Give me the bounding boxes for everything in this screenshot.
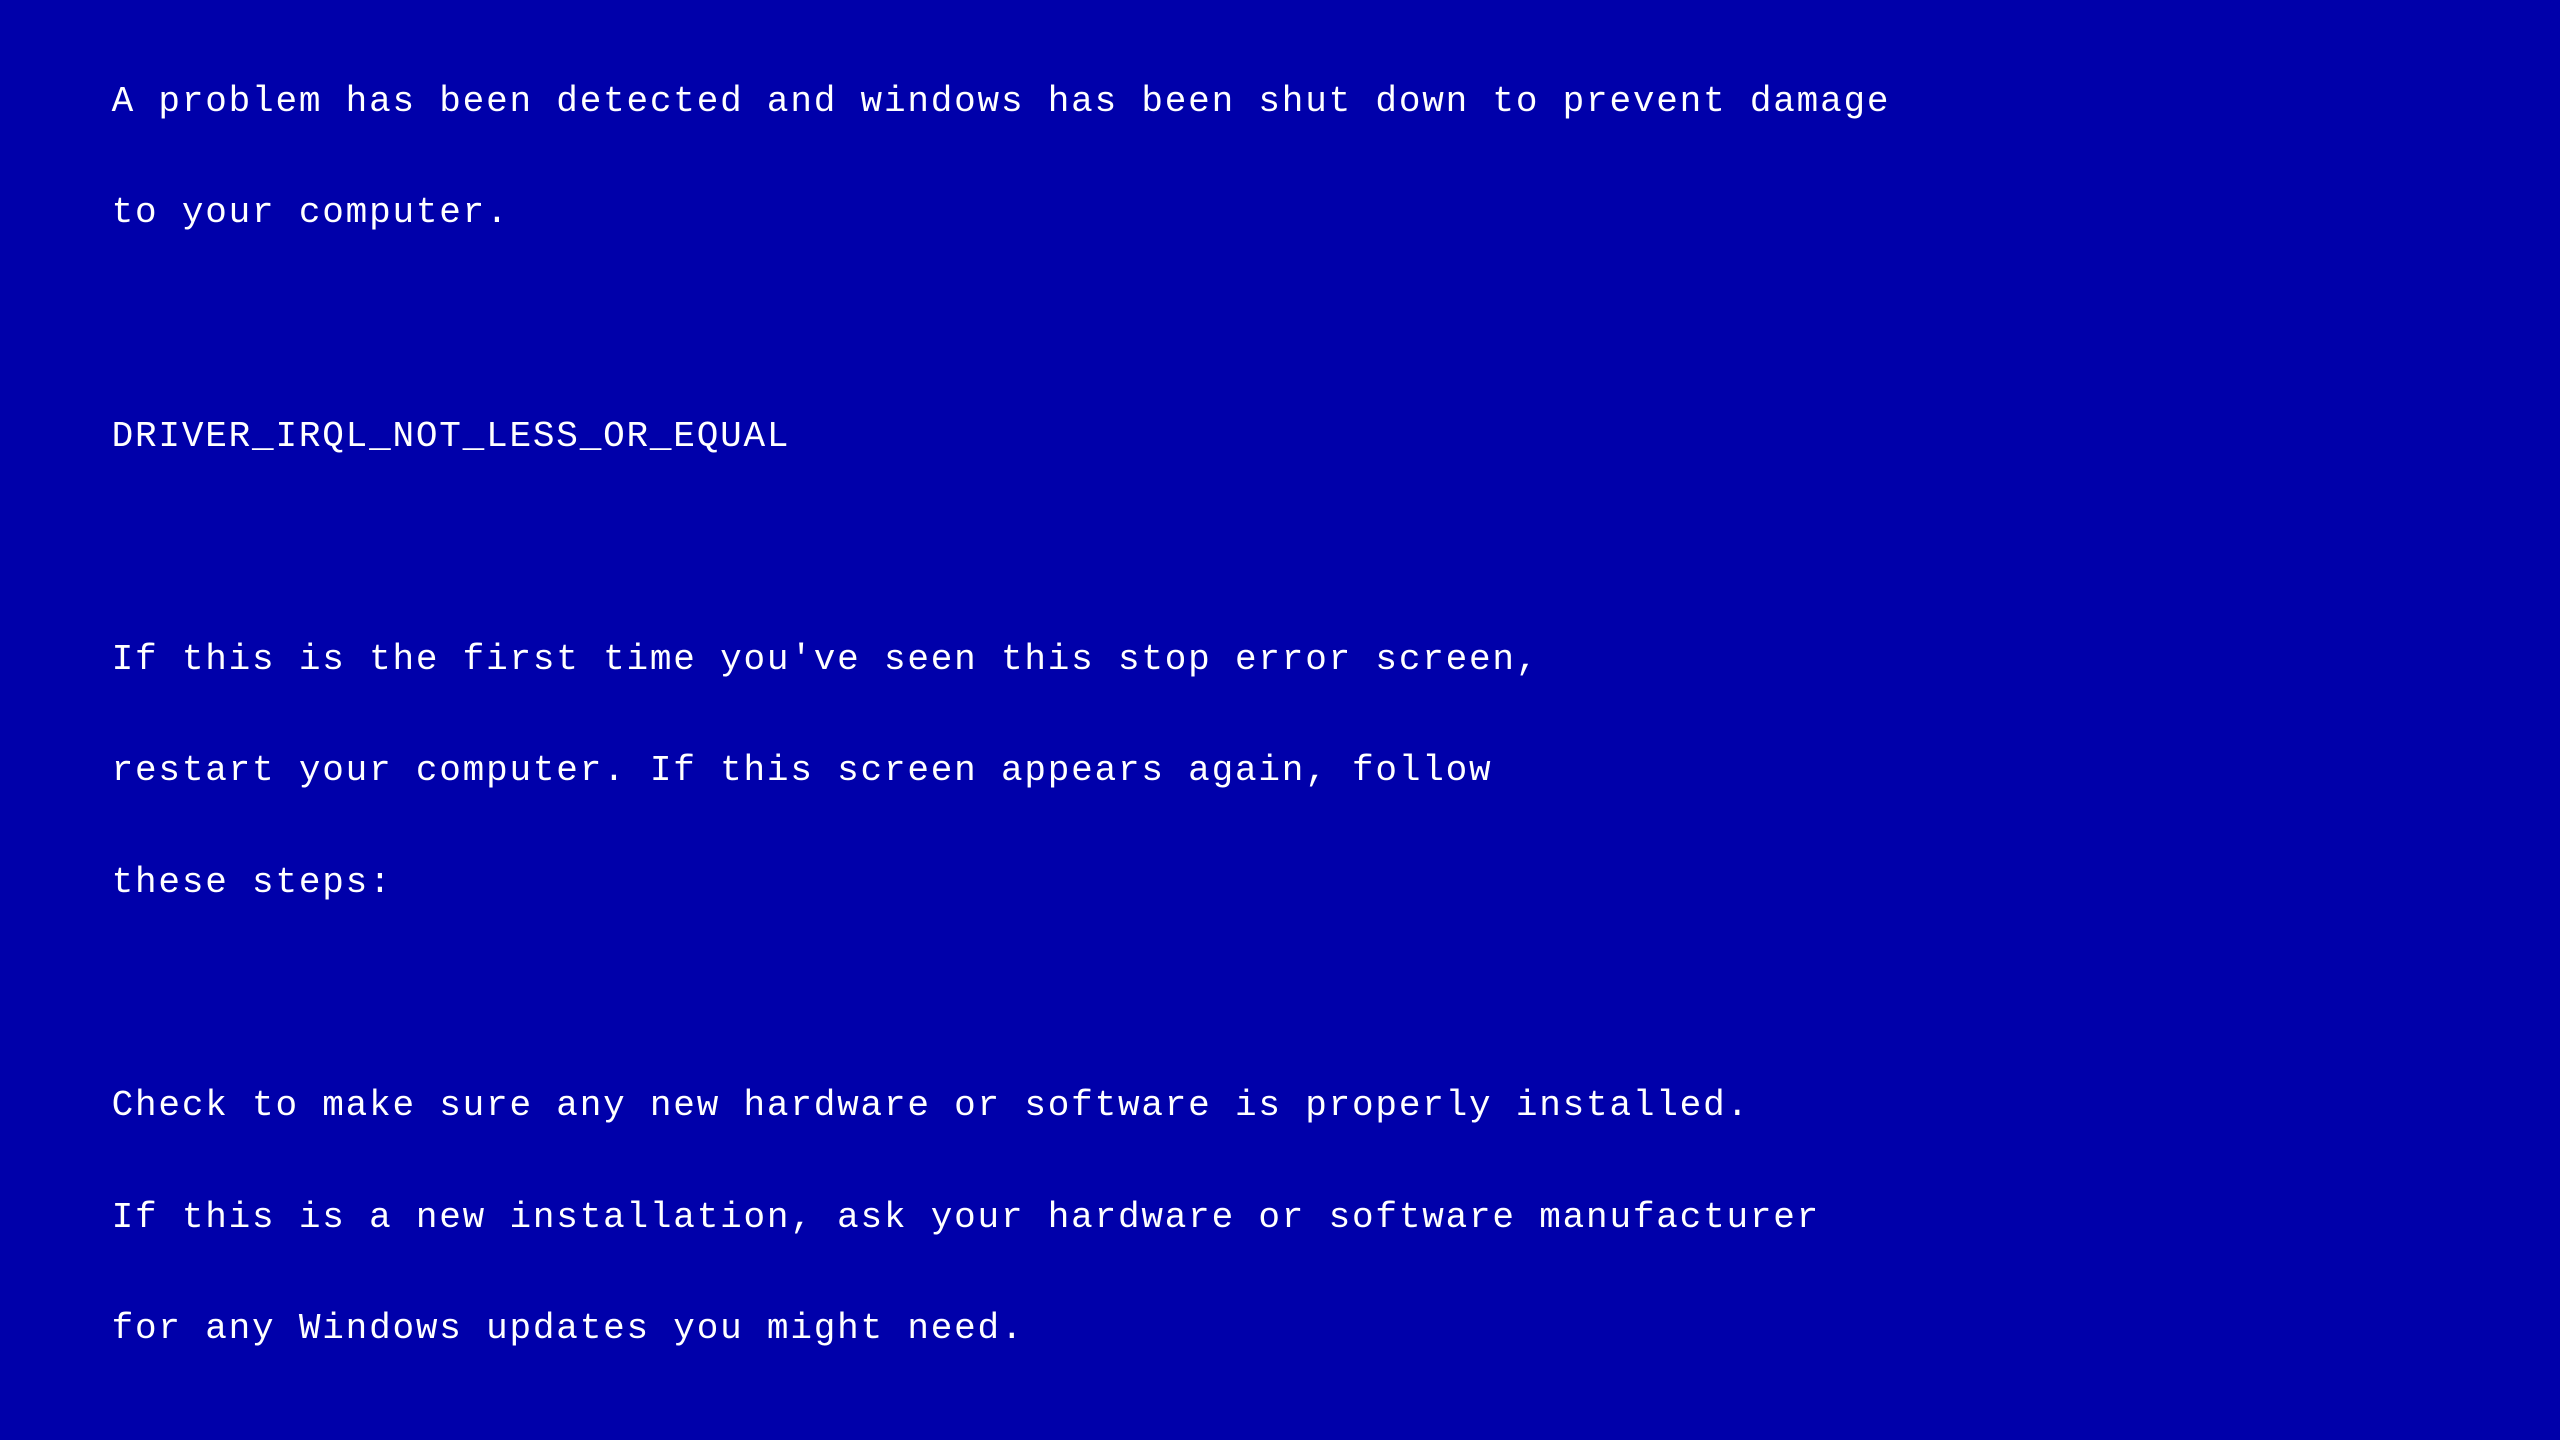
para2-line1: Check to make sure any new hardware or s… — [112, 1085, 1750, 1126]
para1-line3: these steps: — [112, 862, 393, 903]
para1-line1: If this is the first time you've seen th… — [112, 639, 1540, 680]
error-code: DRIVER_IRQL_NOT_LESS_OR_EQUAL — [112, 416, 791, 457]
bsod-screen: A problem has been detected and windows … — [0, 0, 2560, 1440]
para2-line3: for any Windows updates you might need. — [112, 1308, 1025, 1349]
header-line1: A problem has been detected and windows … — [112, 81, 1891, 122]
bsod-content: A problem has been detected and windows … — [18, 18, 2542, 1440]
para2-line2: If this is a new installation, ask your … — [112, 1197, 1820, 1238]
para1-line2: restart your computer. If this screen ap… — [112, 750, 1493, 791]
header-line2: to your computer. — [112, 192, 510, 233]
